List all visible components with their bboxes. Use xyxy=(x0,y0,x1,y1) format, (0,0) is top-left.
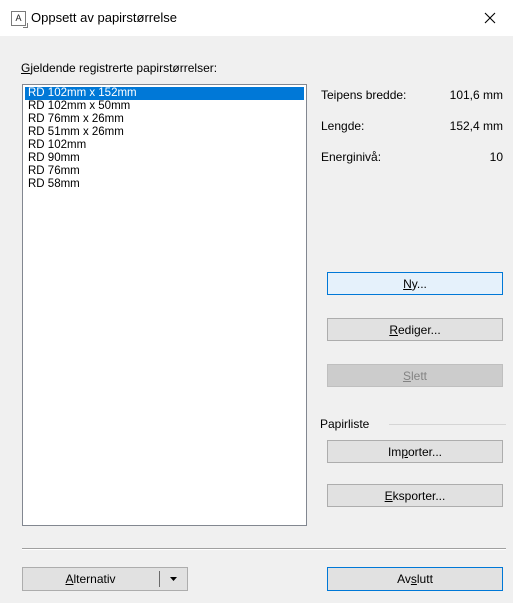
options-button[interactable]: Alternativ xyxy=(23,568,158,590)
list-item[interactable]: RD 90mm xyxy=(25,152,304,165)
list-item[interactable]: RD 102mm xyxy=(25,139,304,152)
group-divider xyxy=(389,424,506,425)
options-split-button[interactable]: Alternativ xyxy=(22,567,188,591)
exit-button[interactable]: Av s lutt xyxy=(327,567,503,591)
paper-list-group-label: Papirliste xyxy=(320,417,370,431)
list-item[interactable]: RD 51mm x 26mm xyxy=(25,126,304,139)
list-item[interactable]: RD 102mm x 152mm xyxy=(25,87,304,100)
list-item[interactable]: RD 76mm x 26mm xyxy=(25,113,304,126)
options-dropdown-arrow[interactable] xyxy=(160,568,187,590)
delete-button[interactable]: Slett xyxy=(327,364,503,387)
app-icon: A xyxy=(11,11,28,28)
length-value: 152,4 mm xyxy=(449,119,503,133)
chevron-down-icon xyxy=(170,577,177,581)
title-bar: A Oppsett av papirstørrelse xyxy=(0,0,513,36)
export-button[interactable]: Eksporter... xyxy=(327,484,503,507)
close-button[interactable] xyxy=(467,0,513,36)
energy-level-value: 10 xyxy=(489,150,503,164)
tape-width-value: 101,6 mm xyxy=(449,88,503,102)
footer-separator xyxy=(22,548,506,550)
list-item[interactable]: RD 102mm x 50mm xyxy=(25,100,304,113)
paper-sizes-listbox[interactable]: RD 102mm x 152mm RD 102mm x 50mm RD 76mm… xyxy=(22,84,307,526)
length-label: Lengde: xyxy=(321,119,365,133)
energy-level-label: Energinivå: xyxy=(321,150,382,164)
close-icon xyxy=(484,12,496,24)
list-item[interactable]: RD 58mm xyxy=(25,178,304,191)
new-button[interactable]: Ny... xyxy=(327,272,503,295)
window-title: Oppsett av papirstørrelse xyxy=(31,10,177,25)
list-item[interactable]: RD 76mm xyxy=(25,165,304,178)
import-button[interactable]: Im p orter... xyxy=(327,440,503,463)
edit-button[interactable]: Rediger... xyxy=(327,318,503,341)
tape-width-label: Teipens bredde: xyxy=(321,88,407,102)
paper-sizes-label: Gjeldende registrerte papirstørrelser: xyxy=(21,61,218,75)
